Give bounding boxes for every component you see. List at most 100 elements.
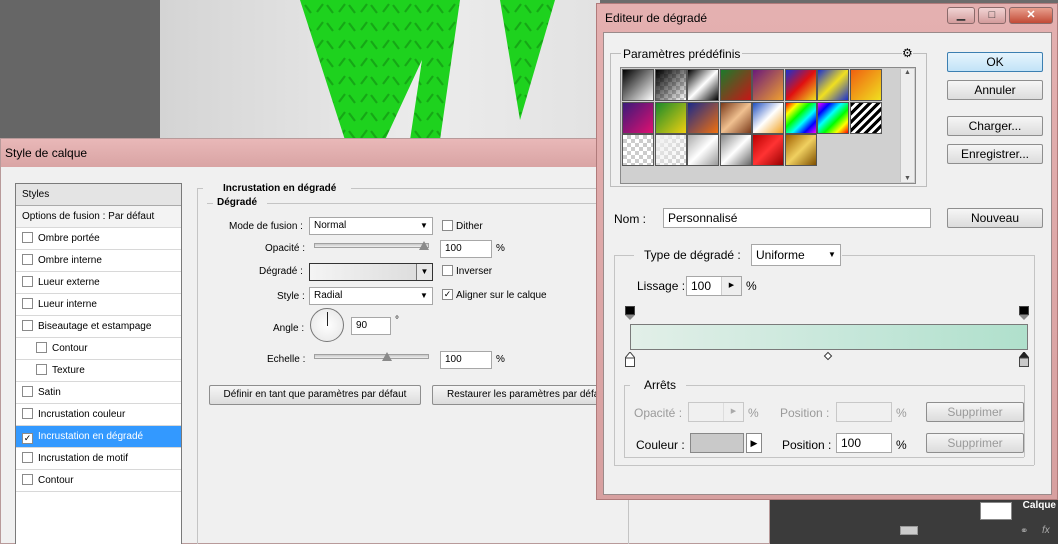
opacity-stop-left[interactable]: [625, 306, 635, 320]
fx-icon[interactable]: fx: [1042, 525, 1050, 536]
style-checkbox[interactable]: [22, 386, 33, 397]
stop-opacity-input[interactable]: ▶: [688, 402, 744, 422]
angle-dial[interactable]: [310, 308, 344, 342]
style-checkbox[interactable]: [22, 298, 33, 309]
preset-swatch[interactable]: [687, 134, 719, 166]
preset-swatch[interactable]: [752, 101, 784, 134]
preset-swatch[interactable]: [752, 69, 784, 101]
stop-color-swatch[interactable]: [690, 433, 744, 453]
preset-swatch[interactable]: [817, 101, 849, 134]
gradient-editor-titlebar[interactable]: Editeur de dégradé ▁ □ ✕: [597, 4, 1057, 32]
preset-swatch[interactable]: [752, 134, 784, 166]
cancel-button[interactable]: Annuler: [947, 80, 1043, 100]
layer-name[interactable]: Calque: [1023, 500, 1056, 511]
styles-header[interactable]: Styles: [16, 184, 181, 206]
gradient-preview-bar[interactable]: [630, 324, 1028, 350]
delete-opacity-stop-button[interactable]: Supprimer: [926, 402, 1024, 422]
preset-swatch[interactable]: [622, 134, 654, 166]
stop-opacity-position-input[interactable]: [836, 402, 892, 422]
load-button[interactable]: Charger...: [947, 116, 1043, 136]
style-checkbox[interactable]: [22, 474, 33, 485]
style-item[interactable]: Contour: [16, 470, 181, 492]
style-item[interactable]: Incrustation de motif: [16, 448, 181, 470]
preset-swatch[interactable]: [849, 101, 882, 134]
preset-swatch[interactable]: [784, 101, 817, 134]
style-checkbox[interactable]: [22, 408, 33, 419]
preset-swatch[interactable]: [719, 69, 752, 101]
smoothness-input[interactable]: 100 ▶: [686, 276, 742, 296]
preset-swatch[interactable]: [784, 69, 817, 101]
align-checkbox[interactable]: ✓: [442, 289, 453, 300]
scale-slider[interactable]: [314, 354, 429, 359]
opacity-slider-handle[interactable]: [419, 241, 429, 250]
chevron-down-icon[interactable]: ▼: [416, 264, 432, 280]
style-select[interactable]: Radial ▼: [309, 287, 433, 305]
dither-checkbox[interactable]: [442, 220, 453, 231]
style-item-label: Incrustation couleur: [38, 409, 126, 420]
save-button[interactable]: Enregistrer...: [947, 144, 1043, 164]
style-checkbox[interactable]: [22, 276, 33, 287]
delete-color-stop-button[interactable]: Supprimer: [926, 433, 1024, 453]
ok-button[interactable]: OK: [947, 52, 1043, 72]
gradient-type-select[interactable]: Uniforme ▼: [751, 244, 841, 266]
style-checkbox[interactable]: [22, 452, 33, 463]
new-button[interactable]: Nouveau: [947, 208, 1043, 228]
preset-swatch[interactable]: [622, 101, 654, 134]
stop-color-position-input[interactable]: 100: [836, 433, 892, 453]
blend-mode-select[interactable]: Normal ▼: [309, 217, 433, 235]
minimize-button[interactable]: ▁: [947, 7, 975, 24]
style-item[interactable]: Incrustation couleur: [16, 404, 181, 426]
style-checkbox[interactable]: [22, 254, 33, 265]
preset-swatch[interactable]: [654, 134, 687, 166]
presets-scrollbar[interactable]: ▲ ▼: [900, 69, 914, 182]
style-item[interactable]: Ombre interne: [16, 250, 181, 272]
style-item[interactable]: Lueur interne: [16, 294, 181, 316]
blend-options-item[interactable]: Options de fusion : Par défaut: [16, 206, 181, 228]
style-item[interactable]: ✓ Incrustation en dégradé: [16, 426, 181, 448]
preset-swatch[interactable]: [719, 101, 752, 134]
preset-swatch[interactable]: [817, 69, 849, 101]
style-checkbox[interactable]: [36, 342, 47, 353]
reverse-checkbox[interactable]: [442, 265, 453, 276]
opacity-stop-right[interactable]: [1019, 306, 1029, 320]
preset-swatch[interactable]: [622, 69, 654, 101]
gradient-name-input[interactable]: Personnalisé: [663, 208, 931, 228]
chevron-right-icon[interactable]: ▶: [721, 277, 741, 295]
style-item[interactable]: Lueur externe: [16, 272, 181, 294]
style-item[interactable]: Satin: [16, 382, 181, 404]
color-stop-right[interactable]: [1019, 352, 1029, 367]
link-icon[interactable]: ⚭: [1020, 526, 1028, 537]
set-default-button[interactable]: Définir en tant que paramètres par défau…: [209, 385, 421, 405]
color-stop-left[interactable]: [625, 352, 635, 367]
opacity-slider[interactable]: [314, 243, 429, 248]
maximize-button[interactable]: □: [978, 7, 1006, 24]
restore-default-button[interactable]: Restaurer les paramètres par défaut: [432, 385, 598, 405]
preset-swatch[interactable]: [687, 101, 719, 134]
style-checkbox[interactable]: ✓: [22, 433, 33, 444]
gradient-picker[interactable]: ▼: [309, 263, 433, 281]
scale-slider-handle[interactable]: [382, 352, 393, 361]
preset-swatch[interactable]: [687, 69, 719, 101]
style-checkbox[interactable]: [22, 320, 33, 331]
preset-swatch[interactable]: [849, 69, 882, 101]
preset-swatch[interactable]: [654, 101, 687, 134]
gear-icon[interactable]: ⚙: [902, 46, 913, 60]
layer-thumbnail[interactable]: [980, 502, 1012, 520]
scroll-up-icon[interactable]: ▲: [901, 69, 914, 76]
scale-input[interactable]: 100: [440, 351, 492, 369]
style-item[interactable]: Ombre portée: [16, 228, 181, 250]
opacity-input[interactable]: 100: [440, 240, 492, 258]
preset-swatch[interactable]: [719, 134, 752, 166]
color-menu-icon[interactable]: ▶: [746, 433, 762, 453]
preset-swatch[interactable]: [654, 69, 687, 101]
midpoint-diamond[interactable]: [823, 351, 833, 361]
style-item[interactable]: Contour: [16, 338, 181, 360]
style-item[interactable]: Texture: [16, 360, 181, 382]
angle-input[interactable]: 90: [351, 317, 391, 335]
style-item[interactable]: Biseautage et estampage: [16, 316, 181, 338]
style-checkbox[interactable]: [36, 364, 47, 375]
close-button[interactable]: ✕: [1009, 7, 1053, 24]
scroll-down-icon[interactable]: ▼: [901, 175, 914, 182]
preset-swatch[interactable]: [784, 134, 817, 166]
style-checkbox[interactable]: [22, 232, 33, 243]
